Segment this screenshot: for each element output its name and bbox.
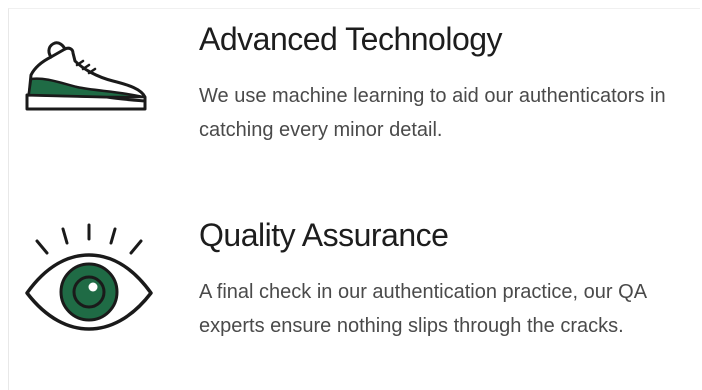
feature-title: Quality Assurance: [199, 217, 449, 253]
feature-description: A final check in our authentication prac…: [199, 281, 646, 337]
eye-icon: [25, 223, 153, 331]
feature-quality-assurance: Quality Assurance A final check in our a…: [9, 209, 701, 390]
feature-description: We use machine learning to aid our authe…: [199, 85, 666, 141]
features-panel: Advanced Technology We use machine learn…: [8, 8, 700, 390]
sneaker-icon: [25, 41, 147, 111]
feature-advanced-technology: Advanced Technology We use machine learn…: [9, 9, 701, 189]
feature-title: Advanced Technology: [199, 21, 503, 57]
